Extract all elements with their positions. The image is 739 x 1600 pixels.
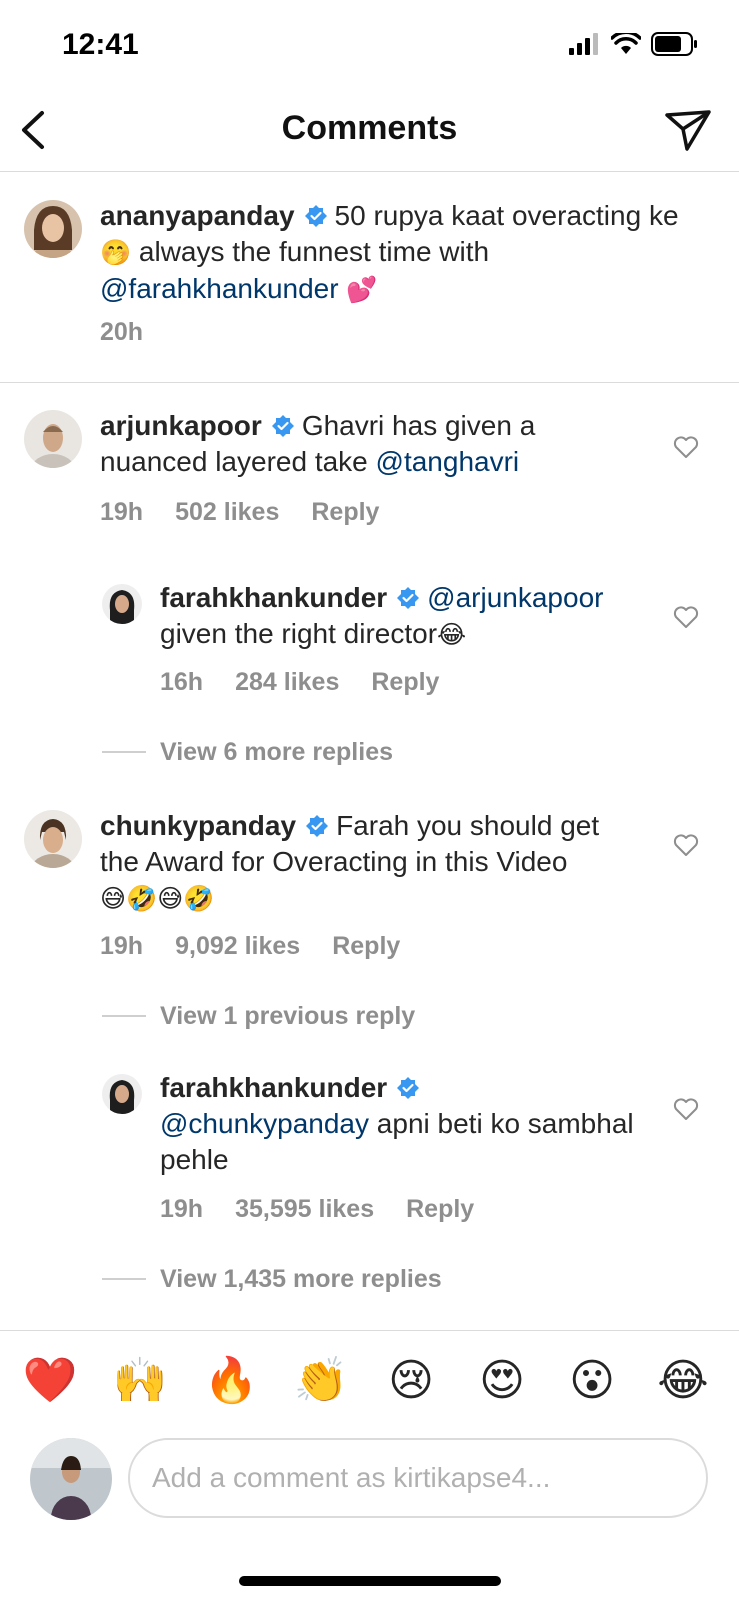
view-more-replies-button[interactable]: View 6 more replies (160, 738, 393, 767)
view-replies-line (102, 1015, 146, 1017)
likes-count[interactable]: 502 likes (175, 498, 279, 527)
like-heart-icon[interactable] (673, 435, 699, 459)
emoji-crying-button[interactable]: 😢 (383, 1355, 439, 1407)
nav-bar: Comments (0, 95, 739, 172)
emoji: 💕 (346, 276, 378, 304)
reply-text: farahkhankunder @arjunkapoor given the ri… (160, 580, 640, 653)
reply-button[interactable]: Reply (311, 498, 379, 527)
caption-body-2: always the funnest time with (138, 236, 490, 267)
comment-body: given the right director (160, 618, 438, 649)
caption-meta: 20h (100, 318, 143, 347)
comment-meta: 19h 9,092 likes Reply (100, 932, 400, 961)
view-previous-reply-button[interactable]: View 1 previous reply (160, 1002, 415, 1031)
emoji-surprised-button[interactable]: 😮 (564, 1355, 620, 1407)
verified-badge-icon (306, 815, 329, 837)
emoji: 🤭 (100, 239, 132, 267)
verified-badge-icon (271, 415, 294, 437)
likes-count[interactable]: 284 likes (235, 668, 339, 697)
reply-button[interactable]: Reply (332, 932, 400, 961)
comment-text: chunkypanday Farah you should get the Awa… (100, 808, 640, 917)
username[interactable]: arjunkapoor (100, 410, 262, 441)
home-indicator (239, 1576, 501, 1586)
status-icons (569, 32, 699, 56)
reply-button[interactable]: Reply (406, 1195, 474, 1224)
verified-badge-icon (397, 587, 420, 609)
username[interactable]: farahkhankunder (160, 582, 387, 613)
status-bar: 12:41 (0, 0, 739, 90)
comment-text: arjunkapoor Ghavri has given a nuanced la… (100, 408, 640, 480)
emoji-heart-button[interactable]: ❤️ (22, 1355, 78, 1407)
view-replies-line (102, 1278, 146, 1280)
emoji-raised-hands-button[interactable]: 🙌 (112, 1355, 168, 1407)
emoji-heart-eyes-button[interactable]: 😍 (474, 1355, 530, 1407)
current-user-avatar (30, 1438, 112, 1520)
comment-input[interactable] (128, 1438, 708, 1518)
caption-text: ananyapanday 50 rupya kaat overacting ke … (100, 198, 700, 308)
reply-text: farahkhankunder @chunkypanday apni beti … (160, 1070, 640, 1178)
likes-count[interactable]: 35,595 likes (235, 1195, 374, 1224)
status-time: 12:41 (62, 28, 139, 61)
quick-emoji-bar: ❤️ 🙌 🔥 👏 😢 😍 😮 😂 (0, 1330, 739, 1405)
post-caption: ananyapanday 50 rupya kaat overacting ke … (0, 190, 739, 383)
emoji-clap-button[interactable]: 👏 (293, 1355, 349, 1407)
username[interactable]: farahkhankunder (160, 1072, 387, 1103)
like-heart-icon[interactable] (673, 1097, 699, 1121)
emoji-fire-button[interactable]: 🔥 (203, 1355, 259, 1407)
timestamp: 20h (100, 318, 144, 346)
mention-link[interactable]: @farahkhankunder (100, 273, 339, 304)
comment-meta: 16h 284 likes Reply (160, 668, 439, 697)
emoji: 😅🤣😅🤣 (100, 885, 215, 913)
wifi-icon (611, 33, 641, 54)
comment-meta: 19h 502 likes Reply (100, 498, 379, 527)
page-title: Comments (281, 109, 458, 147)
avatar[interactable] (24, 200, 82, 258)
view-more-replies-button[interactable]: View 1,435 more replies (160, 1265, 442, 1294)
emoji: 😂 (437, 621, 467, 649)
mention-link[interactable]: @tanghavri (376, 446, 520, 477)
likes-count[interactable]: 9,092 likes (175, 932, 300, 961)
comment-meta: 19h 35,595 likes Reply (160, 1195, 474, 1224)
battery-icon (651, 32, 697, 56)
timestamp: 19h (100, 498, 144, 526)
signal-icon (569, 33, 598, 55)
send-icon[interactable] (663, 105, 713, 155)
avatar[interactable] (24, 410, 82, 468)
avatar[interactable] (102, 1074, 142, 1114)
like-heart-icon[interactable] (673, 833, 699, 857)
view-replies-line (102, 751, 146, 753)
verified-badge-icon (304, 205, 327, 227)
mention-link[interactable]: @arjunkapoor (427, 582, 603, 613)
verified-badge-icon (397, 1077, 420, 1099)
avatar[interactable] (24, 810, 82, 868)
avatar[interactable] (102, 584, 142, 624)
username[interactable]: chunkypanday (100, 810, 296, 841)
mention-link[interactable]: @chunkypanday (160, 1108, 369, 1139)
reply-button[interactable]: Reply (371, 668, 439, 697)
username[interactable]: ananyapanday (100, 200, 295, 231)
like-heart-icon[interactable] (673, 605, 699, 629)
timestamp: 19h (160, 1195, 204, 1223)
timestamp: 16h (160, 668, 204, 696)
timestamp: 19h (100, 932, 144, 960)
caption-body-1: 50 rupya kaat overacting ke (334, 200, 679, 231)
emoji-laughing-button[interactable]: 😂 (655, 1355, 711, 1407)
